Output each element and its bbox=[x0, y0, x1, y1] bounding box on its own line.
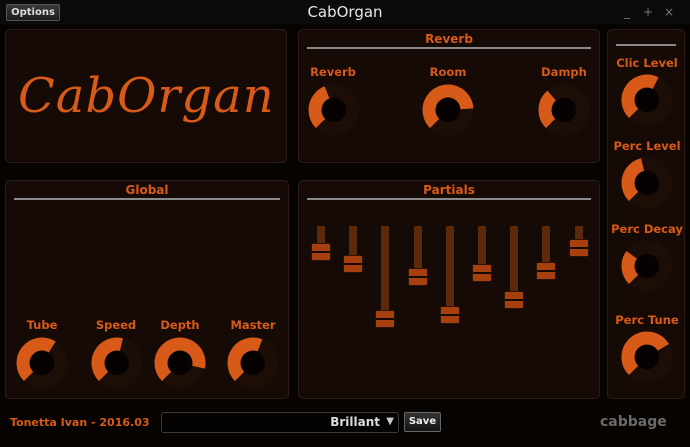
knob-center bbox=[635, 254, 659, 278]
partial-fader-track bbox=[349, 226, 358, 260]
partial-fader-5[interactable] bbox=[439, 305, 460, 324]
partial-fader-track bbox=[542, 226, 551, 266]
partial-fader-track bbox=[381, 226, 390, 314]
app-logo: CabOrgan bbox=[18, 68, 275, 124]
perc-tune-knob-label: Perc Tune bbox=[615, 313, 679, 327]
knob-center bbox=[552, 98, 576, 122]
perc-decay-knob[interactable] bbox=[621, 240, 673, 292]
save-button[interactable]: Save bbox=[404, 412, 441, 432]
perc-level-knob-label: Perc Level bbox=[613, 139, 681, 153]
clic-level-knob[interactable] bbox=[621, 74, 673, 126]
knob-center bbox=[105, 351, 129, 375]
cabbage-logo: cabbage bbox=[600, 414, 667, 430]
partial-fader-1[interactable] bbox=[311, 242, 331, 261]
partials-panel: Partials bbox=[298, 180, 600, 399]
knob-center bbox=[241, 351, 265, 375]
author-label: Tonetta Ivan - 2016.03 bbox=[10, 416, 150, 429]
damph-knob-label: Damph bbox=[541, 65, 587, 79]
minimize-icon[interactable]: _ bbox=[624, 5, 630, 19]
partial-fader-8[interactable] bbox=[536, 261, 557, 280]
knob-center bbox=[168, 351, 192, 375]
close-icon[interactable]: × bbox=[664, 5, 674, 19]
global-panel-title: Global bbox=[125, 183, 169, 197]
depth-knob[interactable] bbox=[154, 337, 206, 389]
clic-level-knob-label: Clic Level bbox=[616, 56, 678, 70]
partial-fader-6[interactable] bbox=[472, 263, 492, 282]
partials-panel-title: Partials bbox=[423, 183, 475, 197]
divider bbox=[14, 198, 280, 200]
master-knob[interactable] bbox=[227, 337, 279, 389]
knob-center bbox=[436, 98, 460, 122]
reverb-knob[interactable] bbox=[308, 84, 360, 136]
reverb-knob-label: Reverb bbox=[310, 65, 356, 79]
partial-fader-track bbox=[510, 226, 519, 296]
divider bbox=[307, 198, 591, 200]
global-panel: Global Tube Speed Depth Master bbox=[5, 180, 289, 399]
logo-panel: CabOrgan bbox=[5, 29, 287, 163]
speed-knob[interactable] bbox=[91, 337, 143, 389]
knob-value-arc bbox=[621, 251, 639, 285]
preset-name: Brillant bbox=[330, 415, 380, 429]
partial-fader-track bbox=[478, 226, 486, 268]
reverb-panel: Reverb Reverb Room Damph bbox=[298, 29, 600, 163]
knob-center bbox=[635, 88, 659, 112]
tube-knob[interactable] bbox=[16, 337, 68, 389]
partial-fader-track bbox=[445, 226, 454, 310]
perc-tune-knob[interactable] bbox=[621, 331, 673, 383]
divider bbox=[616, 44, 676, 46]
room-knob-label: Room bbox=[429, 65, 467, 79]
partial-fader-track bbox=[413, 226, 422, 272]
preset-selector[interactable]: Brillant ▼ bbox=[161, 412, 399, 433]
perc-decay-knob-label: Perc Decay bbox=[611, 222, 683, 236]
maximize-icon[interactable]: + bbox=[643, 5, 653, 19]
master-knob-label: Master bbox=[230, 318, 276, 332]
knob-center bbox=[635, 171, 659, 195]
knob-value-arc bbox=[538, 90, 557, 129]
room-knob[interactable] bbox=[422, 84, 474, 136]
damph-knob[interactable] bbox=[538, 84, 590, 136]
partial-fader-3[interactable] bbox=[375, 310, 396, 328]
perc-level-knob[interactable] bbox=[621, 157, 673, 209]
divider bbox=[307, 47, 591, 49]
knob-center bbox=[322, 98, 346, 122]
knob-center bbox=[635, 345, 659, 369]
percussion-panel: Clic Level Perc Level Perc Decay Perc Tu… bbox=[607, 29, 685, 399]
partial-fader-4[interactable] bbox=[407, 268, 428, 286]
partial-fader-9[interactable] bbox=[568, 238, 589, 257]
plugin-body: CabOrgan Reverb Reverb Room Damph Global… bbox=[0, 24, 690, 447]
partial-fader-2[interactable] bbox=[343, 255, 364, 274]
window-title: CabOrgan bbox=[307, 3, 383, 21]
partial-fader-7[interactable] bbox=[504, 291, 525, 310]
title-bar: Options CabOrgan _ + × bbox=[0, 0, 690, 24]
knob-center bbox=[30, 351, 54, 375]
reverb-panel-title: Reverb bbox=[425, 32, 473, 46]
chevron-down-icon: ▼ bbox=[386, 416, 394, 427]
